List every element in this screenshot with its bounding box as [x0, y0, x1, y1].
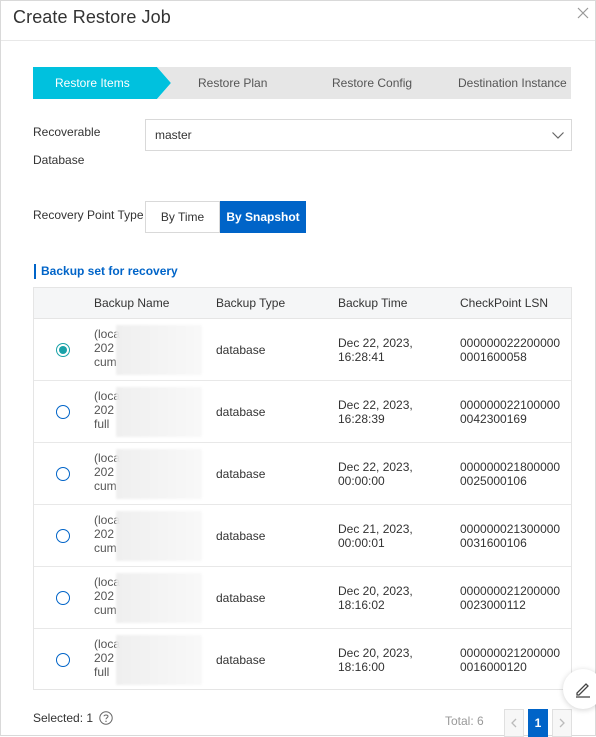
backup-type: database	[216, 591, 266, 605]
checkpoint-lsn: 0000000221000000042300169	[460, 398, 561, 426]
dialog-title: Create Restore Job	[13, 7, 171, 27]
checkpoint-lsn: 0000000212000000023000112	[460, 584, 561, 612]
row-radio[interactable]	[56, 653, 70, 667]
row-radio[interactable]	[56, 591, 70, 605]
step-restore-plan: Restore Plan	[157, 67, 313, 99]
backup-time: Dec 22, 2023, 00:00:00	[338, 460, 413, 488]
step-restore-items: Restore Items	[33, 67, 171, 99]
by-snapshot-option[interactable]: By Snapshot	[220, 201, 306, 233]
step-progress: Restore Items Restore Plan Restore Confi…	[33, 67, 571, 99]
step-label: Restore Plan	[198, 76, 268, 90]
edit-feedback-button[interactable]	[563, 669, 596, 709]
checkpoint-lsn: 0000000213000000031600106	[460, 522, 561, 550]
table-row[interactable]: (loca 202 full database Dec 20, 2023, 18:16…	[34, 629, 571, 689]
chevron-left-icon	[511, 718, 517, 728]
redacted-region	[116, 387, 202, 437]
selected-count: Selected: 1	[33, 711, 114, 725]
pencil-icon	[576, 683, 590, 698]
backup-type: database	[216, 467, 266, 481]
backup-time: Dec 20, 2023, 18:16:00	[338, 646, 413, 674]
step-destination-instance: Destination Instance	[437, 67, 571, 99]
redacted-region	[116, 325, 202, 375]
backup-set-table: Backup Name Backup Type Backup Time Chec…	[33, 287, 572, 690]
redacted-region	[116, 511, 202, 561]
dialog-header: Create Restore Job	[1, 1, 595, 41]
next-page-button[interactable]	[552, 709, 572, 737]
row-radio[interactable]	[56, 467, 70, 481]
step-label: Destination Instance	[458, 76, 567, 90]
chevron-right-icon	[559, 718, 565, 728]
backup-time: Dec 22, 2023, 16:28:41	[338, 336, 413, 364]
recovery-point-type-label: Recovery Point Type	[33, 208, 144, 222]
backup-set-section-title: Backup set for recovery	[34, 264, 178, 279]
redacted-region	[116, 635, 202, 685]
checkpoint-lsn: 0000000218000000025000106	[460, 460, 561, 488]
row-radio[interactable]	[56, 343, 70, 357]
column-checkpoint-lsn: CheckPoint LSN	[460, 296, 549, 310]
database-select-value: master	[155, 128, 192, 142]
database-select[interactable]: master	[145, 119, 572, 151]
backup-type: database	[216, 343, 266, 357]
column-backup-name: Backup Name	[94, 296, 170, 310]
checkpoint-lsn: 0000000212000000016000120	[460, 646, 561, 674]
table-row[interactable]: (loca 202 cum database Dec 20, 2023, 18:16:…	[34, 567, 571, 629]
row-radio[interactable]	[56, 529, 70, 543]
checkpoint-lsn: 0000000222000000001600058	[460, 336, 561, 364]
backup-time: Dec 22, 2023, 16:28:39	[338, 398, 413, 426]
table-row[interactable]: (loca 202 full database Dec 22, 2023, 16:28…	[34, 381, 571, 443]
step-restore-config: Restore Config	[297, 67, 453, 99]
step-label: Restore Items	[55, 76, 130, 90]
backup-type: database	[216, 405, 266, 419]
backup-time: Dec 21, 2023, 00:00:01	[338, 522, 413, 550]
table-row[interactable]: (loca 202 cum database Dec 22, 2023, 00:00:…	[34, 443, 571, 505]
table-header: Backup Name Backup Type Backup Time Chec…	[34, 288, 571, 319]
close-icon[interactable]	[575, 7, 591, 23]
by-time-option[interactable]: By Time	[145, 201, 220, 233]
redacted-region	[116, 449, 202, 499]
step-label: Restore Config	[332, 76, 413, 90]
recoverable-database-label-1: Recoverable	[33, 125, 101, 139]
redacted-region	[116, 573, 202, 623]
row-radio[interactable]	[56, 405, 70, 419]
page-1-button[interactable]: 1	[528, 709, 548, 737]
column-backup-type: Backup Type	[216, 296, 286, 310]
chevron-down-icon	[552, 132, 564, 139]
backup-type: database	[216, 653, 266, 667]
table-row[interactable]: (loca 202 cum database Dec 22, 2023, 16:28:…	[34, 319, 571, 381]
prev-page-button[interactable]	[504, 709, 524, 737]
backup-time: Dec 20, 2023, 18:16:02	[338, 584, 413, 612]
column-backup-time: Backup Time	[338, 296, 408, 310]
table-row[interactable]: (loca 202 cum database Dec 21, 2023, 00:00:…	[34, 505, 571, 567]
selected-count-text: Selected: 1	[33, 711, 94, 725]
create-restore-job-dialog: Create Restore Job Restore Items Restore…	[0, 0, 596, 737]
total-count: Total: 6	[445, 714, 484, 728]
recoverable-database-label-2: Database	[33, 153, 85, 167]
help-icon[interactable]	[99, 711, 114, 725]
backup-type: database	[216, 529, 266, 543]
